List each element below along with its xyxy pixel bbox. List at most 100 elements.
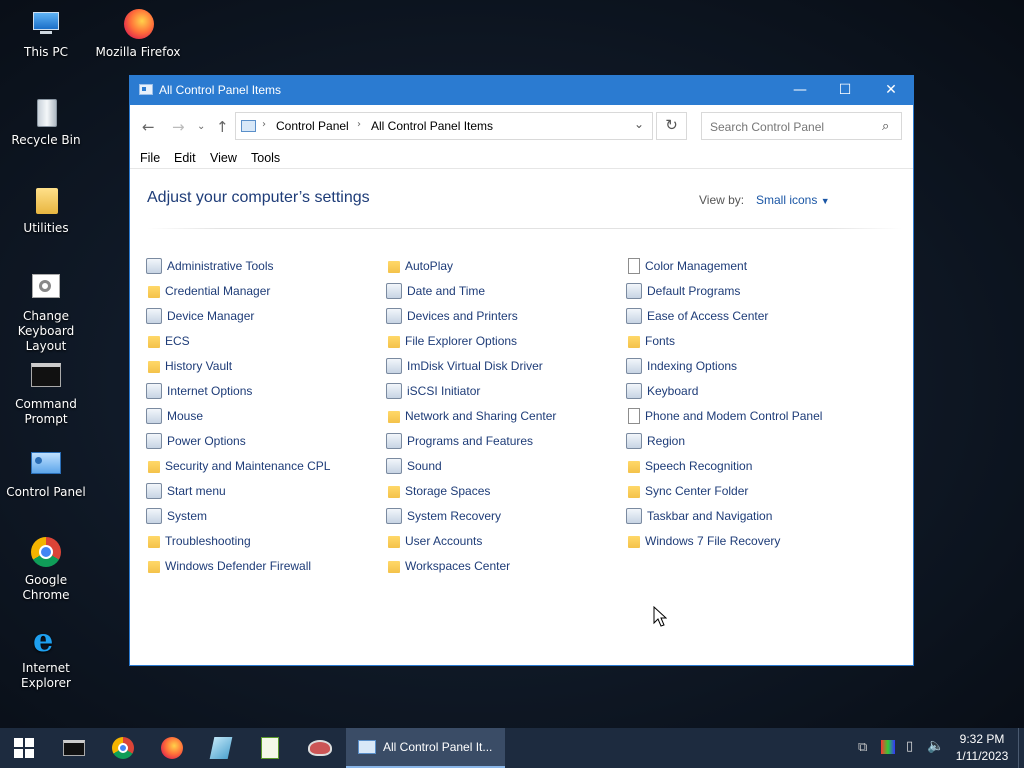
cp-item-programs-and-features[interactable]: Programs and Features bbox=[386, 432, 533, 450]
cp-item-system-recovery[interactable]: System Recovery bbox=[386, 507, 501, 525]
cp-item-region[interactable]: Region bbox=[626, 432, 685, 450]
cp-item-windows-defender-firewall[interactable]: Windows Defender Firewall bbox=[146, 557, 311, 575]
taskbar-control-panel-active[interactable]: All Control Panel It... bbox=[346, 728, 505, 768]
cp-item-indexing-options[interactable]: Indexing Options bbox=[626, 357, 737, 375]
cp-item-iscsi-initiator[interactable]: iSCSI Initiator bbox=[386, 382, 480, 400]
desktop-icon-utilities[interactable]: Utilities bbox=[0, 184, 92, 236]
cp-item-user-accounts[interactable]: User Accounts bbox=[386, 532, 482, 550]
title-bar[interactable]: All Control Panel Items — ☐ ✕ bbox=[130, 76, 913, 105]
desktop-icon-label: Change Keyboard Layout bbox=[17, 309, 75, 353]
cp-item-autoplay[interactable]: AutoPlay bbox=[386, 257, 453, 275]
cp-item-label: Taskbar and Navigation bbox=[647, 509, 773, 523]
cp-item-system[interactable]: System bbox=[146, 507, 207, 525]
color-display-icon[interactable] bbox=[881, 740, 895, 754]
usb-drive-icon[interactable]: ▯ bbox=[906, 739, 913, 754]
address-dropdown-icon[interactable]: ⌄ bbox=[634, 117, 644, 131]
taskbar-app-6[interactable] bbox=[296, 728, 344, 768]
folder-icon bbox=[388, 486, 400, 498]
control-panel-icon bbox=[241, 120, 256, 132]
cp-item-network-and-sharing-center[interactable]: Network and Sharing Center bbox=[386, 407, 556, 425]
breadcrumb-control-panel[interactable]: Control Panel bbox=[276, 119, 349, 133]
taskbar-chrome[interactable] bbox=[99, 728, 147, 768]
close-button[interactable]: ✕ bbox=[868, 76, 914, 105]
up-arrow-icon[interactable]: ↑ bbox=[216, 118, 229, 136]
network-icon[interactable]: ⧉ bbox=[858, 740, 867, 755]
menu-view[interactable]: View bbox=[210, 151, 237, 165]
cp-item-windows-7-file-recovery[interactable]: Windows 7 File Recovery bbox=[626, 532, 780, 550]
cp-item-administrative-tools[interactable]: Administrative Tools bbox=[146, 257, 274, 275]
cp-item-sync-center-folder[interactable]: Sync Center Folder bbox=[626, 482, 748, 500]
folder-icon bbox=[388, 261, 400, 273]
cp-item-internet-options[interactable]: Internet Options bbox=[146, 382, 252, 400]
desktop-icon-recycle-bin[interactable]: Recycle Bin bbox=[0, 96, 92, 148]
cp-item-mouse[interactable]: Mouse bbox=[146, 407, 203, 425]
default-programs-icon bbox=[626, 283, 642, 299]
control-panel-icon bbox=[139, 84, 153, 95]
cp-item-label: Power Options bbox=[167, 434, 246, 448]
clock[interactable]: 9:32 PM 1/11/2023 bbox=[950, 731, 1014, 765]
forward-arrow-icon[interactable]: → bbox=[172, 118, 185, 136]
desktop-icon-label: Google Chrome bbox=[22, 573, 70, 602]
cp-item-fonts[interactable]: Fonts bbox=[626, 332, 675, 350]
cp-item-file-explorer-options[interactable]: File Explorer Options bbox=[386, 332, 517, 350]
minimize-button[interactable]: — bbox=[777, 76, 823, 105]
cp-item-troubleshooting[interactable]: Troubleshooting bbox=[146, 532, 251, 550]
cp-item-storage-spaces[interactable]: Storage Spaces bbox=[386, 482, 490, 500]
cp-item-security-and-maintenance-cpl[interactable]: Security and Maintenance CPL bbox=[146, 457, 330, 475]
cp-item-keyboard[interactable]: Keyboard bbox=[626, 382, 698, 400]
cp-item-default-programs[interactable]: Default Programs bbox=[626, 282, 740, 300]
desktop-icon-internet-explorer[interactable]: e Internet Explorer bbox=[0, 624, 92, 691]
back-arrow-icon[interactable]: ← bbox=[142, 118, 155, 136]
cp-item-power-options[interactable]: Power Options bbox=[146, 432, 246, 450]
maximize-button[interactable]: ☐ bbox=[822, 76, 868, 105]
taskbar-app-5[interactable] bbox=[246, 728, 294, 768]
folder-icon bbox=[388, 561, 400, 573]
taskbar-app-4[interactable] bbox=[197, 728, 245, 768]
cp-item-label: History Vault bbox=[165, 359, 233, 373]
cp-item-label: Indexing Options bbox=[647, 359, 738, 373]
taskbar-command-prompt[interactable] bbox=[50, 728, 98, 768]
cp-item-ease-of-access-center[interactable]: Ease of Access Center bbox=[626, 307, 768, 325]
menu-edit[interactable]: Edit bbox=[174, 151, 196, 165]
desktop-icon-google-chrome[interactable]: Google Chrome bbox=[0, 536, 92, 603]
folder-icon bbox=[628, 536, 640, 548]
volume-muted-icon[interactable]: 🔈 bbox=[927, 738, 944, 754]
programs-and-features-icon bbox=[386, 433, 402, 449]
desktop-icon-this-pc[interactable]: This PC bbox=[0, 8, 92, 60]
search-input[interactable]: Search Control Panel ⌕ bbox=[701, 112, 902, 140]
devices-and-printers-icon bbox=[386, 308, 402, 324]
cp-item-workspaces-center[interactable]: Workspaces Center bbox=[386, 557, 510, 575]
cp-item-imdisk-virtual-disk-driver[interactable]: ImDisk Virtual Disk Driver bbox=[386, 357, 543, 375]
cp-item-start-menu[interactable]: Start menu bbox=[146, 482, 226, 500]
taskbar-firefox[interactable] bbox=[148, 728, 196, 768]
cp-item-label: Programs and Features bbox=[407, 434, 534, 448]
administrative-tools-icon bbox=[146, 258, 162, 274]
desktop-icon-command-prompt[interactable]: Command Prompt bbox=[0, 360, 92, 427]
cp-item-credential-manager[interactable]: Credential Manager bbox=[146, 282, 270, 300]
start-button[interactable] bbox=[0, 728, 48, 768]
chevron-down-icon[interactable]: ⌄ bbox=[197, 121, 205, 132]
internet-options-icon bbox=[146, 383, 162, 399]
breadcrumb-all-items[interactable]: All Control Panel Items bbox=[371, 119, 493, 133]
cp-item-taskbar-and-navigation[interactable]: Taskbar and Navigation bbox=[626, 507, 772, 525]
desktop-icon-firefox[interactable]: Mozilla Firefox bbox=[92, 8, 184, 60]
cp-item-phone-and-modem-control-panel[interactable]: Phone and Modem Control Panel bbox=[626, 407, 822, 425]
view-by-dropdown[interactable]: Small icons ▼ bbox=[756, 193, 830, 207]
cp-item-device-manager[interactable]: Device Manager bbox=[146, 307, 254, 325]
desktop-icon-control-panel[interactable]: Control Panel bbox=[0, 448, 92, 500]
refresh-button[interactable]: ↻ bbox=[656, 112, 687, 140]
show-desktop-button[interactable] bbox=[1018, 728, 1024, 768]
taskbar-and-navigation-icon bbox=[626, 508, 642, 524]
desktop-icon-change-keyboard-layout[interactable]: Change Keyboard Layout bbox=[0, 272, 92, 354]
cp-item-color-management[interactable]: Color Management bbox=[626, 257, 747, 275]
address-bar[interactable]: › Control Panel › All Control Panel Item… bbox=[235, 112, 653, 140]
cp-item-history-vault[interactable]: History Vault bbox=[146, 357, 232, 375]
menu-tools[interactable]: Tools bbox=[251, 151, 280, 165]
cp-item-ecs[interactable]: ECS bbox=[146, 332, 190, 350]
cp-item-devices-and-printers[interactable]: Devices and Printers bbox=[386, 307, 518, 325]
cp-item-sound[interactable]: Sound bbox=[386, 457, 442, 475]
menu-file[interactable]: File bbox=[140, 151, 160, 165]
cp-item-label: Workspaces Center bbox=[405, 559, 511, 573]
cp-item-speech-recognition[interactable]: Speech Recognition bbox=[626, 457, 752, 475]
cp-item-date-and-time[interactable]: Date and Time bbox=[386, 282, 485, 300]
